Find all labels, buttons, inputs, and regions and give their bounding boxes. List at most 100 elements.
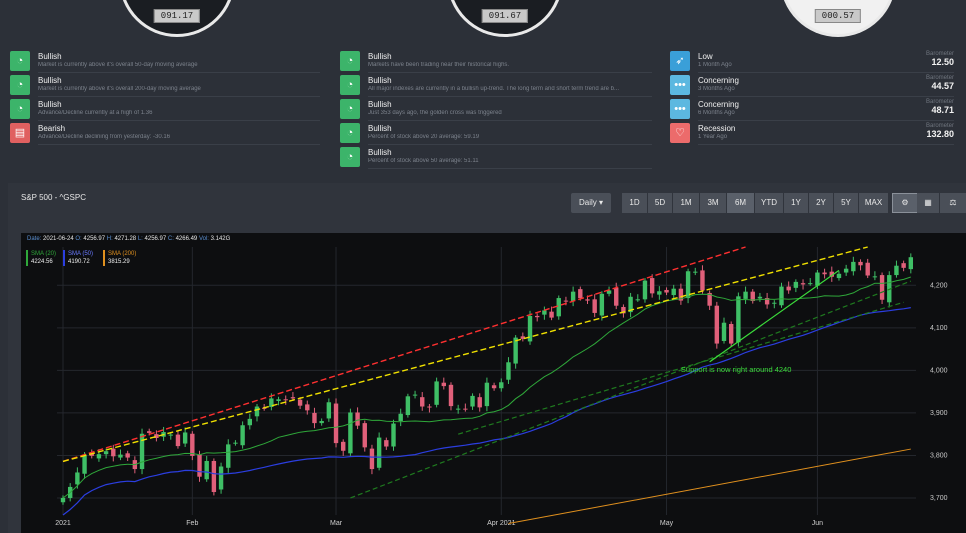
recession-item[interactable]: ♡ Recession 1 Year Ago Barometer 132.80 <box>670 123 966 145</box>
interval-label: Daily <box>578 198 597 207</box>
sma50-line <box>62 307 911 516</box>
indicator-item[interactable]: ◔ Bullish Percent of stock above 20 aver… <box>340 123 652 145</box>
candle-body <box>405 396 411 416</box>
candle-body <box>879 275 885 300</box>
indicator-item[interactable]: ◔ Bullish Market is currently above it's… <box>10 75 320 97</box>
gauge-icon: ◔ <box>10 99 30 119</box>
gauge-icon: ◔ <box>10 75 30 95</box>
range-1y-button[interactable]: 1Y <box>784 193 808 213</box>
candle-body <box>721 322 727 342</box>
indicator-item[interactable]: ◔ Bullish Just 353 days ago, the golden … <box>340 99 652 121</box>
ohlc-readout: Date: 2021-06-24 O: 4256.97 H: 4271.28 L… <box>27 236 230 242</box>
candle-body <box>894 265 899 276</box>
candle-body <box>836 273 842 279</box>
y-tick-label: 4,100 <box>930 325 948 332</box>
indicators-settings-icon[interactable]: ⚙ <box>892 193 918 213</box>
interval-dropdown[interactable]: Daily ▾ <box>571 193 611 213</box>
balance-scale-icon[interactable]: ⚖ <box>940 193 966 213</box>
candle-body <box>693 271 698 273</box>
indicator-status: Bullish <box>38 100 62 109</box>
calculator-icon[interactable]: ▦ <box>917 193 939 213</box>
gauge-icon: ◔ <box>340 123 360 143</box>
indicator-status: Bullish <box>368 148 392 157</box>
range-1m-button[interactable]: 1M <box>673 193 699 213</box>
x-tick-label: Feb <box>186 520 198 527</box>
recession-item[interactable]: ➶ Low 1 Month Ago Barometer 12.50 <box>670 51 966 73</box>
y-tick-label: 4,000 <box>930 367 948 374</box>
candle-body <box>865 262 870 276</box>
gauge-icon: ◔ <box>340 51 360 71</box>
ohlc-c-label: C: <box>167 236 174 242</box>
y-tick-label: 3,700 <box>930 495 948 502</box>
gauge-icon: ◔ <box>10 51 30 71</box>
candle-body <box>649 278 655 294</box>
candle-body <box>434 381 439 405</box>
candle-body <box>786 286 791 291</box>
range-2y-button[interactable]: 2Y <box>809 193 833 213</box>
candle-body <box>463 408 468 410</box>
ohlc-date-label: Date: <box>27 236 42 242</box>
x-tick-label: Mar <box>330 520 343 527</box>
indicator-item[interactable]: ◔ Bullish Percent of stock above 50 aver… <box>340 147 652 169</box>
y-tick-label: 3,800 <box>930 452 948 459</box>
indicator-item[interactable]: ▤ Bearish Advance/Decline declining from… <box>10 123 320 145</box>
indicator-item[interactable]: ◔ Bullish All major indexes are currentl… <box>340 75 652 97</box>
upper-trend-line <box>62 246 868 463</box>
annotation-text: Support is now right around 4240 <box>681 365 792 374</box>
indicator-desc: 1 Year Ago <box>698 134 728 140</box>
candle-body <box>578 289 583 299</box>
candle-body <box>793 281 799 288</box>
indicator-desc: 3 Months Ago <box>698 86 735 92</box>
candle-body <box>60 497 66 503</box>
range-ytd-button[interactable]: YTD <box>755 193 783 213</box>
gauge-value: 000.57 <box>814 9 862 23</box>
indicator-item[interactable]: ◔ Bullish Advance/Decline currently at a… <box>10 99 320 121</box>
indicator-status: Bullish <box>368 76 392 85</box>
indicator-status: Bullish <box>38 76 62 85</box>
candle-body <box>499 382 504 389</box>
candle-body <box>858 261 863 266</box>
candle-body <box>815 272 820 286</box>
candle-body <box>398 413 403 421</box>
recession-item[interactable]: ••• Concerning 6 Months Ago Barometer 48.… <box>670 99 966 121</box>
x-tick-label: May <box>660 520 674 527</box>
recession-item[interactable]: ••• Concerning 3 Months Ago Barometer 44.… <box>670 75 966 97</box>
gauge-right: 000.57 <box>780 0 896 37</box>
range-6m-button[interactable]: 6M <box>727 193 754 213</box>
range-5y-button[interactable]: 5Y <box>834 193 858 213</box>
candle-body <box>125 453 130 458</box>
candle-body <box>427 406 432 408</box>
ohlc-o-label: O: <box>75 236 82 242</box>
indicator-status: Recession <box>698 124 736 133</box>
price-chart[interactable]: 3,700 3,800 3,900 4,000 4,100 4,200 2021 Feb Mar… <box>21 233 966 533</box>
candle-body <box>348 412 353 454</box>
candle-body <box>312 412 317 424</box>
indicator-item[interactable]: ◔ Bullish Market is currently above it's… <box>10 51 320 73</box>
candle-body <box>305 404 310 411</box>
range-max-button[interactable]: MAX <box>859 193 888 213</box>
candle-body <box>276 399 281 401</box>
candle-body <box>247 418 253 426</box>
candle-body <box>341 441 346 451</box>
candle-body <box>420 397 425 407</box>
range-5d-button[interactable]: 5D <box>648 193 672 213</box>
candle-body <box>549 311 554 318</box>
x-tick-label: 2021 <box>55 520 71 527</box>
candle-body <box>477 397 482 408</box>
candle-body <box>563 300 569 302</box>
indicator-desc: Market is currently above it's overall 5… <box>38 62 198 68</box>
range-1d-button[interactable]: 1D <box>622 193 647 213</box>
candle-body <box>412 394 418 396</box>
gauge-value: 091.17 <box>153 9 201 23</box>
candle-body <box>139 433 145 470</box>
candle-body <box>82 454 87 474</box>
candle-body <box>319 420 324 424</box>
barometer-value: 48.71 <box>931 105 954 115</box>
sma200-legend: SMA (200) 3815.29 <box>103 250 136 266</box>
range-3m-button[interactable]: 3M <box>700 193 726 213</box>
indicator-status: Concerning <box>698 76 739 85</box>
indicator-item[interactable]: ◔ Bullish Markets have been trading near… <box>340 51 652 73</box>
y-tick-label: 3,900 <box>930 410 948 417</box>
candle-body <box>190 433 195 456</box>
candle-body <box>614 287 619 306</box>
